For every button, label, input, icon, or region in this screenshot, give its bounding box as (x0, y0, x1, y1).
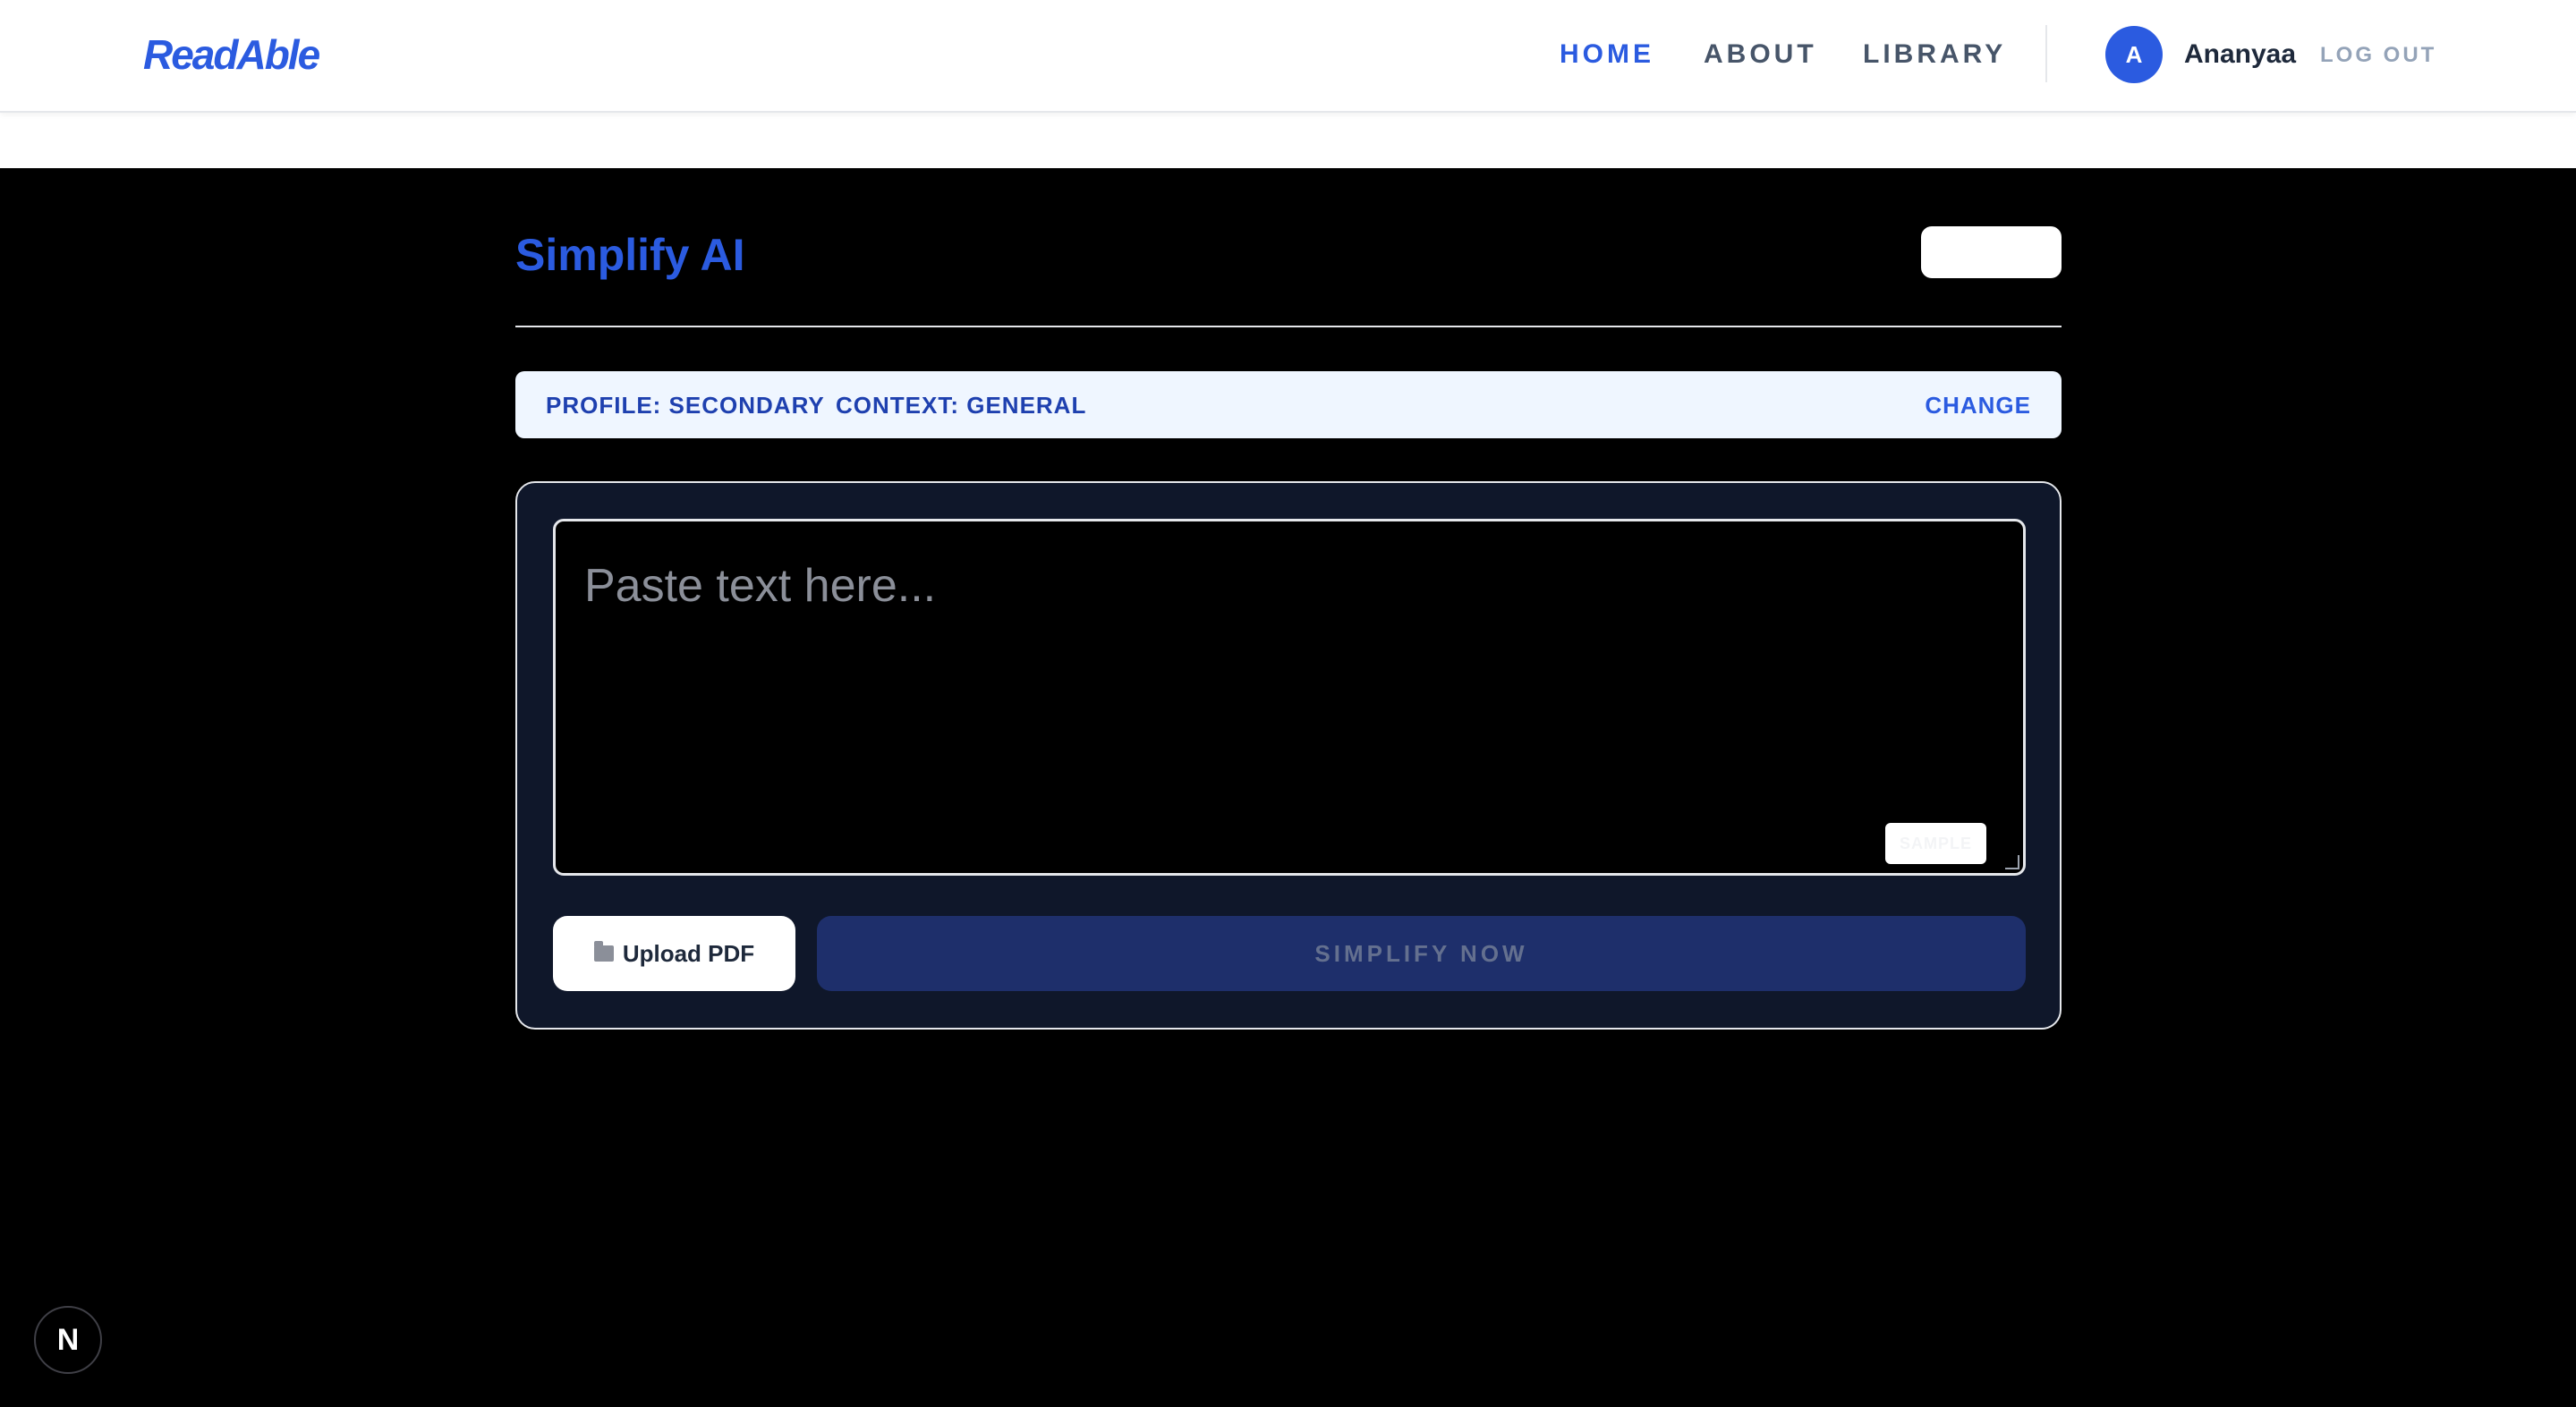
profile-context-bar: PROFILE: SECONDARY CONTEXT: GENERAL CHAN… (515, 371, 2062, 438)
folder-icon (593, 941, 614, 962)
simplify-now-button[interactable]: SIMPLIFY NOW (817, 916, 2026, 991)
sample-button[interactable]: SAMPLE (1885, 823, 1986, 864)
text-input-placeholder: Paste text here... (584, 560, 937, 612)
title-divider (515, 326, 2062, 327)
upload-pdf-button[interactable]: Upload PDF (553, 916, 795, 991)
upload-pdf-label: Upload PDF (622, 939, 755, 967)
nav-link-home[interactable]: HOME (1560, 39, 1654, 70)
logout-button[interactable]: LOG OUT (2320, 43, 2436, 68)
avatar[interactable]: A (2105, 26, 2163, 83)
resize-handle-icon[interactable] (2005, 855, 2019, 869)
context-label: CONTEXT: GENERAL (836, 392, 1087, 419)
username: Ananyaa (2184, 39, 2297, 69)
navbar: ReadAble HOME ABOUT LIBRARY A Ananyaa LO… (0, 0, 2576, 113)
nav-link-library[interactable]: LIBRARY (1863, 39, 2006, 70)
text-input[interactable]: Paste text here... SAMPLE (553, 519, 2026, 876)
next-dev-badge-icon[interactable]: N (34, 1306, 102, 1374)
logo[interactable]: ReadAble (143, 30, 320, 79)
nav-divider (2045, 25, 2047, 82)
change-button[interactable]: CHANGE (1925, 392, 2031, 420)
page-title: Simplify AI (515, 230, 745, 280)
input-card: Paste text here... SAMPLE Upload PDF SIM… (515, 481, 2062, 1030)
profile-label: PROFILE: SECONDARY (546, 392, 825, 419)
header-action-button[interactable] (1921, 226, 2062, 278)
nav-link-about[interactable]: ABOUT (1704, 39, 1817, 70)
